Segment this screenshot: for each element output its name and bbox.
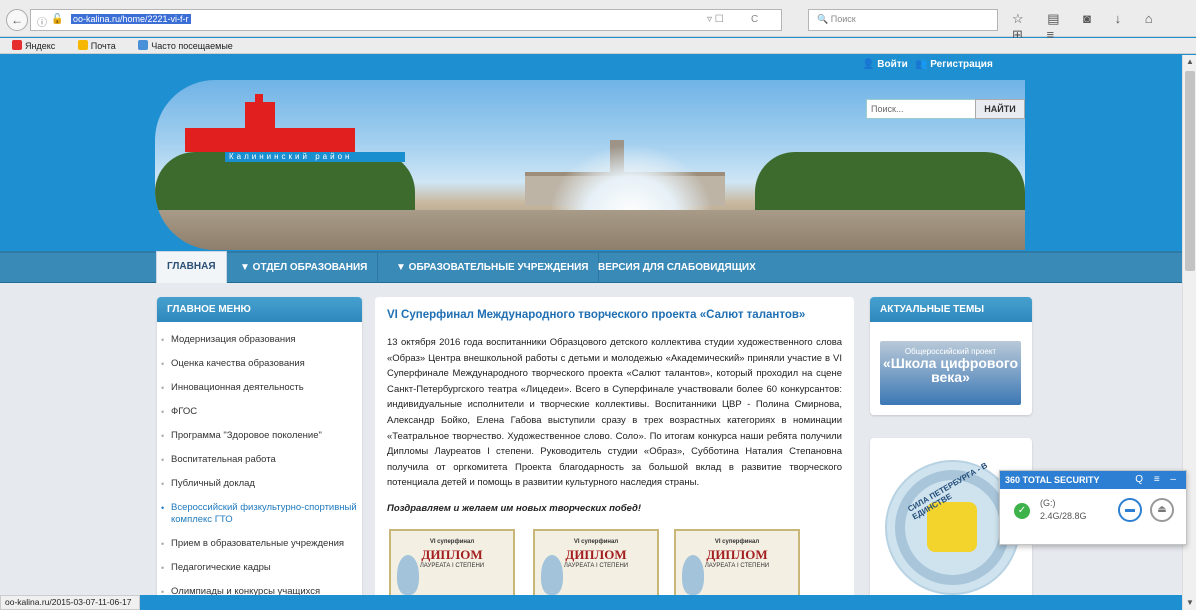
diploma-image[interactable]: VI суперфинал ДИПЛОМ ЛАУРЕАТА I СТЕПЕНИ	[389, 529, 515, 595]
menu-item[interactable]: Программа "Здоровое поколение"	[157, 424, 362, 448]
status-bar-url: oo-kalina.ru/2015-03-07-11-06-17	[0, 595, 140, 610]
logo-building	[185, 128, 355, 152]
theatre-mask	[541, 555, 563, 595]
menu-item[interactable]: Прием в образовательные учреждения	[157, 532, 362, 556]
nav-home[interactable]: ГЛАВНАЯ	[156, 251, 227, 284]
plaza	[155, 210, 1025, 250]
main-nav: ГЛАВНАЯ ▼ ОТДЕЛ ОБРАЗОВАНИЯ ▼ ОБРАЗОВАТЕ…	[0, 251, 1182, 284]
bookmark-mail-label: Почта	[90, 41, 116, 51]
article-title[interactable]: VI Суперфинал Международного творческого…	[387, 309, 842, 321]
digital-school-banner[interactable]: Общероссийский проект «Школа цифрового в…	[880, 341, 1021, 405]
info-icon[interactable]: ⓘ	[37, 14, 47, 29]
menu-item[interactable]: Оценка качества образования	[157, 352, 362, 376]
reader-icon[interactable]: ▿ ☐	[707, 14, 724, 25]
browser-search-placeholder: Поиск	[830, 14, 856, 24]
main-menu-list: Модернизация образования Оценка качества…	[157, 322, 362, 595]
bookmark-mail[interactable]: Почта	[77, 40, 126, 51]
diploma-gallery: VI суперфинал ДИПЛОМ ЛАУРЕАТА I СТЕПЕНИ …	[387, 529, 847, 595]
main-menu-panel: ГЛАВНОЕ МЕНЮ Модернизация образования Оц…	[157, 297, 362, 595]
district-logo[interactable]: Калининский район	[175, 90, 405, 175]
reload-icon[interactable]: C	[751, 14, 758, 25]
article-congrats: Поздравляем и желаем им новых творческих…	[387, 502, 642, 514]
bookmark-frequent-label: Часто посещаемые	[151, 41, 233, 51]
url-text[interactable]: oo-kalina.ru/home/2221-vi-f-r	[71, 14, 191, 24]
bookmark-frequent[interactable]: Часто посещаемые	[138, 40, 243, 51]
theatre-mask	[397, 555, 419, 595]
diploma-header: VI суперфинал	[573, 539, 619, 545]
bookmark-yandex[interactable]: Яндекс	[12, 40, 65, 51]
diploma-header: VI суперфинал	[429, 539, 475, 545]
menu-item[interactable]: ФГОС	[157, 400, 362, 424]
trees-right	[755, 152, 1025, 212]
topics-panel: АКТУАЛЬНЫЕ ТЕМЫ Общероссийский проект «Ш…	[870, 297, 1032, 415]
bookmarks-bar: Яндекс Почта Часто посещаемые	[0, 38, 1196, 54]
promo-top: Общероссийский проект	[904, 347, 997, 356]
browser-search-input[interactable]: 🔍 Поиск	[808, 9, 998, 31]
diploma-image[interactable]: VI суперфинал ДИПЛОМ ЛАУРЕАТА I СТЕПЕНИ	[674, 529, 800, 595]
nav-low-vision[interactable]: ВЕРСИЯ ДЛЯ СЛАБОВИДЯЩИХ	[588, 253, 766, 283]
nav-institutions[interactable]: ▼ ОБРАЗОВАТЕЛЬНЫЕ УЧРЕЖДЕНИЯ	[386, 253, 600, 283]
site-search-button[interactable]: НАЙТИ	[975, 99, 1025, 119]
logo-ribbon: Калининский район	[225, 152, 405, 162]
frequent-icon	[138, 40, 149, 50]
login-link[interactable]: 👤 Войти	[862, 59, 908, 70]
menu-item[interactable]: Воспитательная работа	[157, 448, 362, 472]
security-widget: 360 TOTAL SECURITY Q ≡ – ✓ (G:) 2.4G/28.…	[999, 470, 1187, 545]
drive-usage: 2.4G/28.8G	[1040, 511, 1087, 521]
diploma-image[interactable]: VI суперфинал ДИПЛОМ ЛАУРЕАТА I СТЕПЕНИ	[533, 529, 659, 595]
menu-item[interactable]: Педагогические кадры	[157, 556, 362, 580]
site-search-input[interactable]: Поиск...	[866, 99, 976, 119]
menu-item[interactable]: Публичный доклад	[157, 472, 362, 496]
menu-item-gto[interactable]: Всероссийский физкультурно-спортивный ко…	[157, 496, 362, 532]
back-icon[interactable]: ←	[6, 9, 28, 31]
folder-icon[interactable]: ▬	[1118, 498, 1142, 522]
register-label: Регистрация	[930, 59, 993, 70]
diploma-header: VI суперфинал	[714, 539, 760, 545]
scroll-down-icon[interactable]: ▼	[1183, 596, 1196, 610]
scroll-thumb[interactable]	[1185, 71, 1195, 271]
scroll-up-icon[interactable]: ▲	[1183, 55, 1196, 69]
article-body: 13 октября 2016 года воспитанники Образц…	[387, 337, 842, 489]
insecure-lock-icon: 🔓	[51, 14, 64, 25]
login-label: Войти	[877, 59, 908, 70]
bookmark-yandex-label: Яндекс	[25, 41, 56, 51]
check-icon: ✓	[1014, 503, 1030, 519]
main-menu-title: ГЛАВНОЕ МЕНЮ	[157, 297, 362, 322]
news-article: VI Суперфинал Международного творческого…	[375, 297, 854, 595]
topics-title: АКТУАЛЬНЫЕ ТЕМЫ	[870, 297, 1032, 322]
drive-letter: (G:)	[1040, 498, 1056, 508]
menu-item[interactable]: Олимпиады и конкурсы учащихся	[157, 580, 362, 595]
content-area: ГЛАВНОЕ МЕНЮ Модернизация образования Оц…	[0, 283, 1182, 595]
drive-info: (G:) 2.4G/28.8G	[1040, 497, 1087, 523]
mail-icon	[77, 40, 88, 50]
address-bar[interactable]: ⓘ 🔓 oo-kalina.ru/home/2221-vi-f-r ▿ ☐ C	[30, 9, 782, 31]
nav-education-dept[interactable]: ▼ ОТДЕЛ ОБРАЗОВАНИЯ	[230, 253, 379, 283]
yandex-icon	[12, 40, 22, 50]
browser-toolbar: ← ⓘ 🔓 oo-kalina.ru/home/2221-vi-f-r ▿ ☐ …	[0, 0, 1196, 42]
eject-icon[interactable]: ⏏	[1150, 498, 1174, 522]
menu-item[interactable]: Инновационная деятельность	[157, 376, 362, 400]
promo-main: «Школа цифрового века»	[882, 355, 1019, 385]
theatre-mask	[682, 555, 704, 595]
menu-item[interactable]: Модернизация образования	[157, 328, 362, 352]
register-link[interactable]: 👥 Регистрация	[915, 59, 993, 70]
widget-controls[interactable]: Q ≡ –	[1135, 471, 1180, 489]
